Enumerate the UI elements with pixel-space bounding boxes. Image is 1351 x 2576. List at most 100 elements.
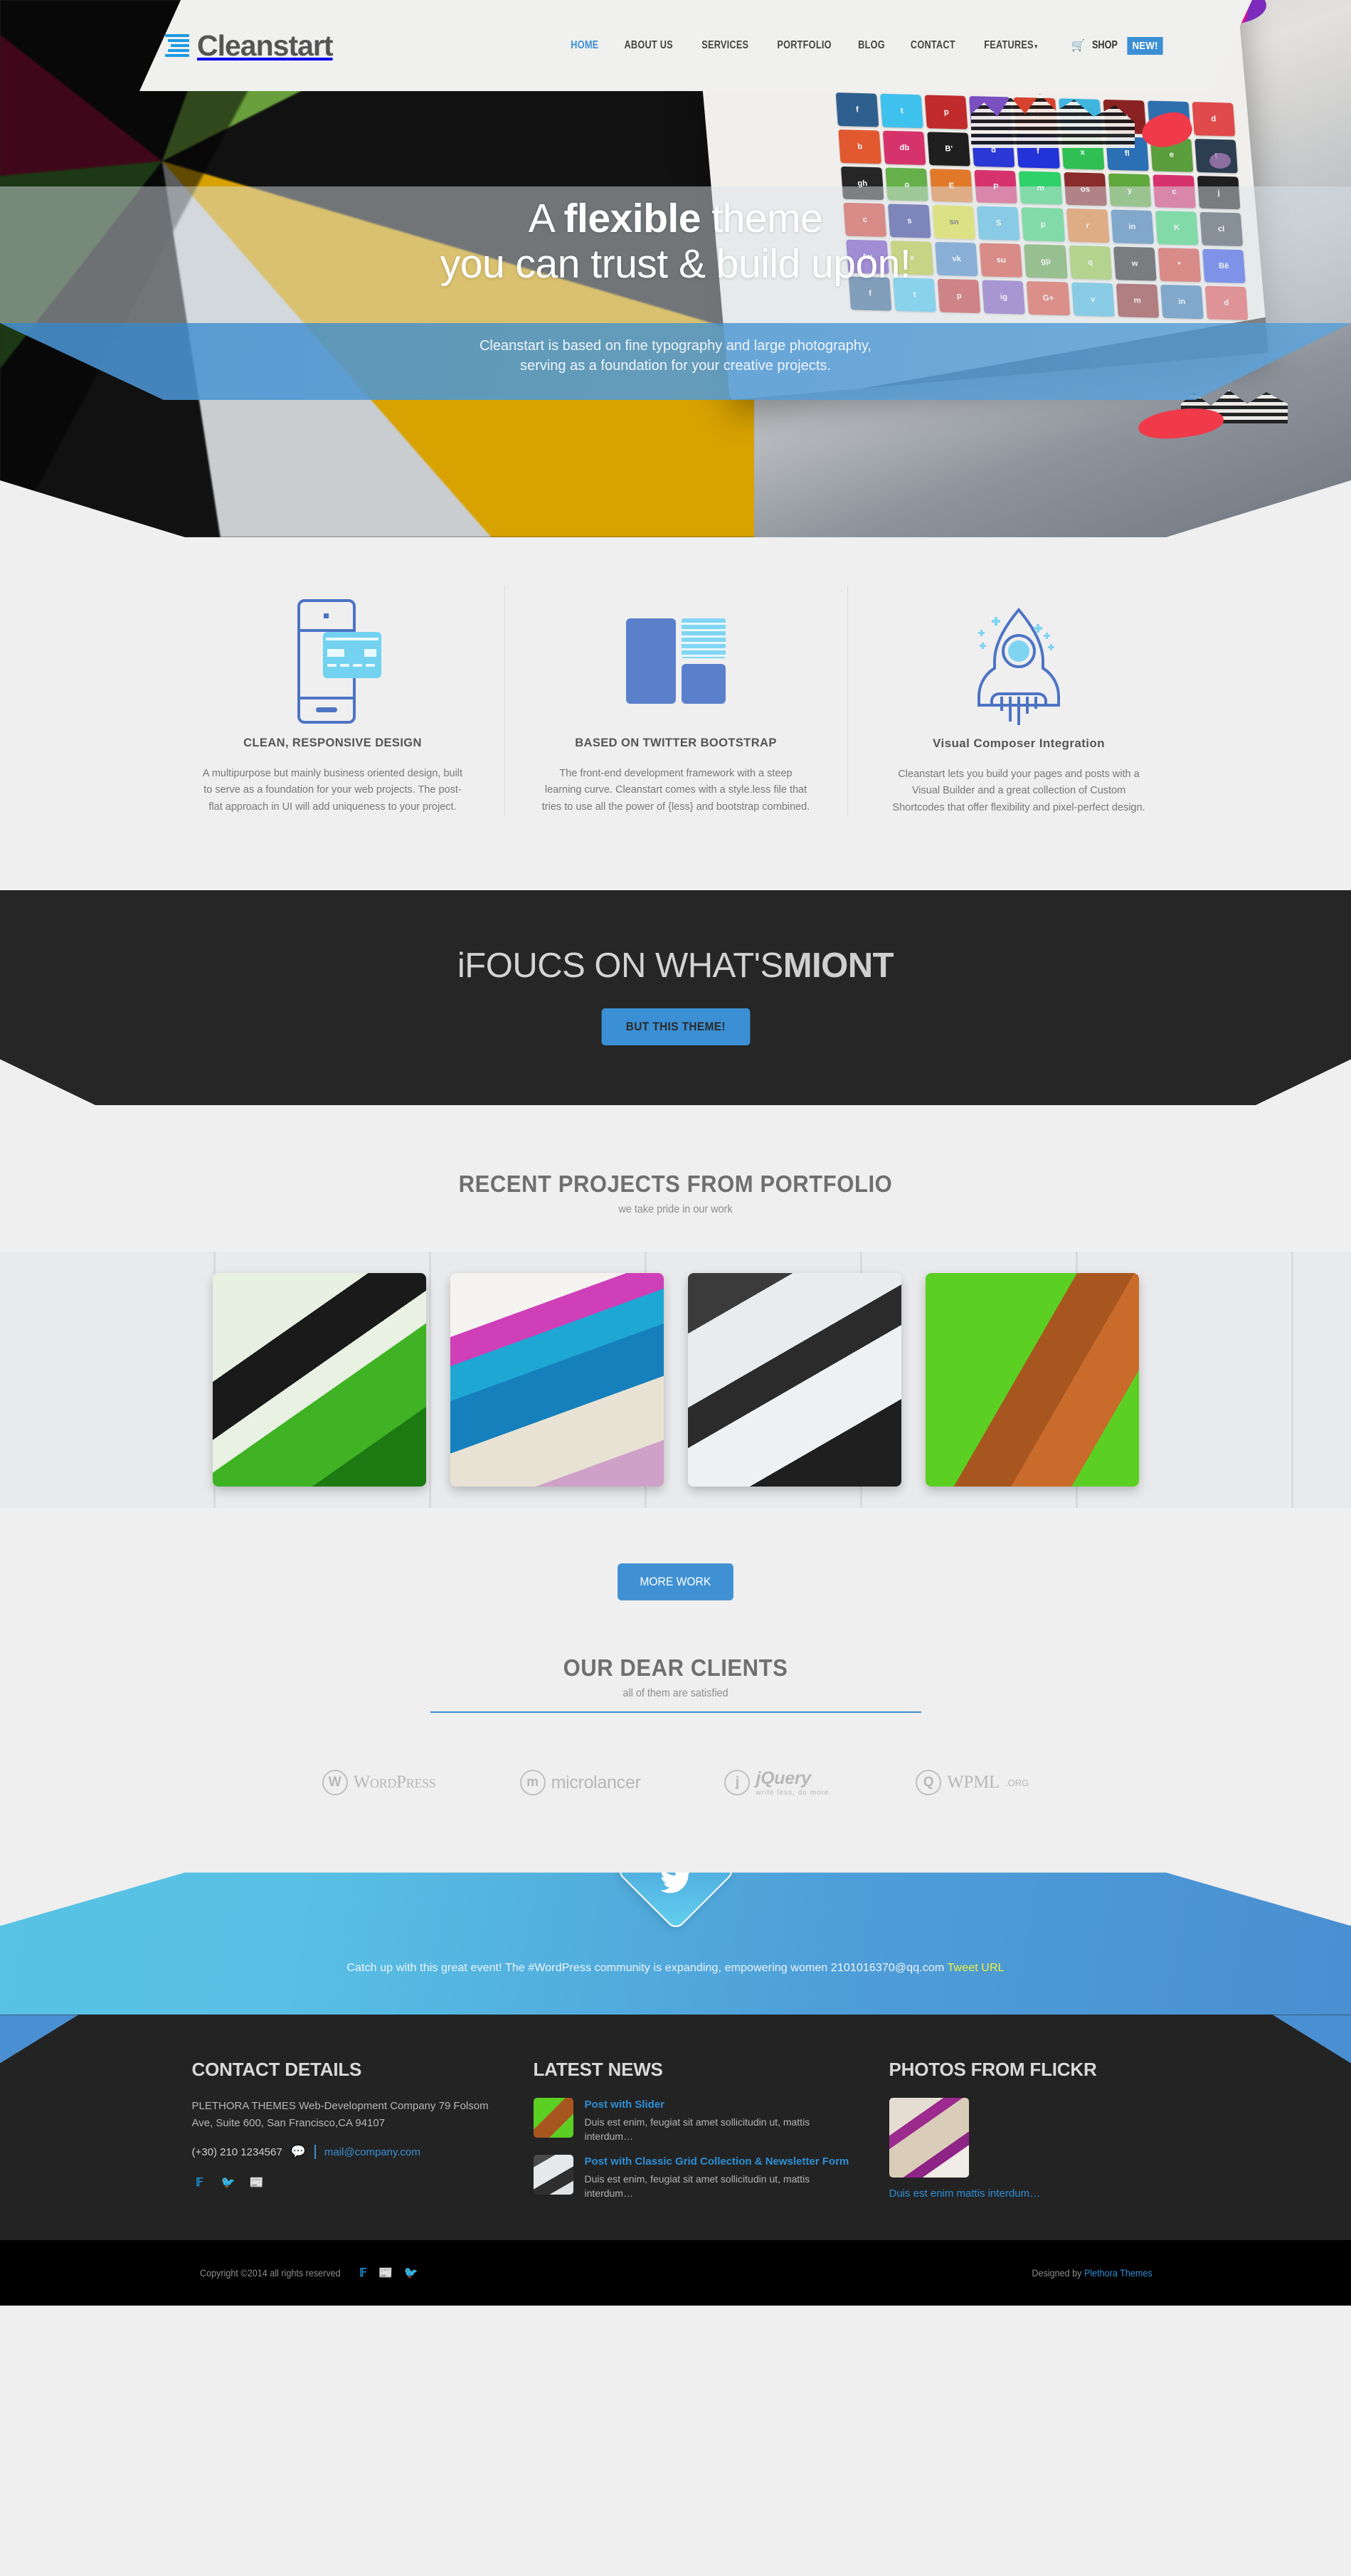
project-thumb-4[interactable] [925,1273,1139,1487]
news-thumbnail[interactable] [533,2155,573,2195]
project-thumb-3[interactable] [687,1273,901,1487]
designed-by-prefix: Designed by [1032,2267,1085,2279]
feature-1-icon-wrap [198,586,467,737]
cta-title: iFOUCS ON WHAT'SMIONT [0,890,1351,986]
clients-title: OUR DEAR CLIENTS [563,1654,788,1682]
plethora-themes-link[interactable]: Plethora Themes [1084,2267,1153,2279]
hero-subtitle-line1: Cleanstart is based on fine typography a… [479,338,872,354]
client-logo-tagline: write less, do more. [756,1789,832,1798]
client-logo-label: microlancer [551,1772,641,1793]
news-list-item: Post with Slider Duis est enim, feugiat … [533,2098,857,2143]
feature-card-3: Visual Composer Integration Cleanstart l… [847,586,1190,817]
rss-icon[interactable]: 📰 [378,2266,393,2280]
bootstrap-blocks-icon [626,618,726,704]
hero-subtitle: Cleanstart is based on fine typography a… [0,323,1351,376]
copyright-text: Copyright ©2014 all rights reserved [199,2267,341,2279]
chat-bubble-icon: 💬 [290,2145,306,2159]
cart-icon: 🛒 [1071,40,1086,52]
facebook-icon[interactable]: 𝔽 [192,2175,208,2190]
news-thumbnail[interactable] [533,2098,573,2138]
contact-details-heading: CONTACT DETAILS [191,2059,362,2081]
jquery-icon: j [724,1770,751,1796]
contact-phone-row: (+30) 210 1234567 💬 mail@company.com [191,2145,501,2160]
portfolio-title: RECENT PROJECTS FROM PORTFOLIO [458,1171,893,1198]
twitter-feed-message: Catch up with this great event! The #Wor… [346,1962,948,1975]
nav-item-home[interactable]: HOME [571,39,598,52]
rocket-icon [978,607,1060,725]
cleanstart-logo-icon [165,32,192,59]
page-root: ftpigG+vmind bdbB'dfxflet ghoEPmosycj cs… [0,0,1351,2306]
twitter-icon[interactable]: 🐦 [221,2175,236,2190]
feature-1-body: A multipurpose but mainly business orien… [202,768,463,813]
twitter-notch-right [1166,1872,1351,1926]
bottom-bar: Copyright ©2014 all rights reserved 𝔽 📰 … [0,2240,1351,2306]
site-logo[interactable]: Cleanstart [165,28,334,63]
tweet-url-link[interactable]: Tweet URL [948,1962,1005,1974]
flickr-photo-caption[interactable]: Duis est enim mattis interdum… [889,2187,1127,2200]
client-logo-jquery[interactable]: j jQuery write less, do more. [724,1768,832,1797]
shop-link[interactable]: 🛒 SHOP NEW! [1071,36,1166,55]
news-title-link[interactable]: Post with Classic Grid Collection & News… [585,2155,857,2169]
client-logo-suffix: .ORG [1005,1777,1029,1788]
clients-subtitle: all of them are satisfied [622,1687,729,1700]
nav-item-about-us[interactable]: ABOUT US [625,39,673,52]
hero-title: A flexible theme you can trust & build u… [0,186,1351,287]
feature-3-body: Cleanstart lets you build your pages and… [892,769,1145,813]
contact-divider [314,2145,316,2160]
hero-title-bold: flexible [563,196,701,241]
footer-contact-column: CONTACT DETAILS PLETHORA THEMES Web-Deve… [192,2059,534,2212]
news-excerpt: Duis est enim, feugiat sit amet sollicit… [584,2173,810,2199]
client-logo-label: WPML [947,1773,1000,1793]
news-title-link[interactable]: Post with Slider [585,2098,857,2112]
logo-text: Cleanstart [197,28,334,62]
nav-item-services[interactable]: SERVICES [701,39,748,52]
more-work-button[interactable]: MORE WORK [618,1563,733,1601]
twitter-feed-text: Catch up with this great event! The #Wor… [0,1962,1351,1975]
nav-item-features[interactable]: FEATURES ▾ [984,39,1037,52]
wpml-icon: Q [916,1770,942,1796]
twitter-icon[interactable]: 🐦 [404,2266,418,2280]
hero-section: ftpigG+vmind bdbB'dfxflet ghoEPmosycj cs… [0,0,1351,537]
feature-3-title: Visual Composer Integration [933,737,1105,750]
nav-item-portfolio[interactable]: PORTFOLIO [777,39,831,52]
bottom-social-icons: 𝔽 📰 🐦 [359,2266,418,2280]
client-logo-wordpress[interactable]: W WordPress [322,1768,436,1797]
mobile-responsive-icon [290,598,381,724]
rss-icon[interactable]: 📰 [249,2175,265,2190]
portfolio-section: RECENT PROJECTS FROM PORTFOLIO we take p… [0,1105,1351,1601]
project-thumb-1[interactable] [212,1273,426,1487]
flickr-photo-thumbnail[interactable] [889,2098,969,2178]
project-thumb-2[interactable] [450,1273,664,1487]
client-logo-wpml[interactable]: Q WPML .ORG [916,1768,1029,1797]
hero-blob-purple [1209,153,1231,169]
latest-news-heading: LATEST NEWS [533,2059,663,2081]
designed-by: Designed by Plethora Themes [1032,2267,1153,2279]
new-badge: NEW! [1127,36,1164,55]
client-logo-label: WordPress [353,1773,436,1793]
hero-title-part2: theme [700,196,823,241]
facebook-icon[interactable]: 𝔽 [359,2266,367,2280]
nav-item-contact[interactable]: CONTACT [911,39,955,52]
feature-card-2: BASED ON TWITTER BOOTSTRAP The front-end… [504,586,847,817]
cta-section: iFOUCS ON WHAT'SMIONT BUT THIS THEME! [0,890,1351,1106]
contact-email-link[interactable]: mail@company.com [324,2146,420,2158]
client-logos: W WordPress m microlancer j jQuery write… [0,1768,1351,1797]
news-excerpt: Duis est enim, feugiat sit amet sollicit… [584,2116,810,2142]
nav-item-blog[interactable]: BLOG [858,39,885,52]
buy-theme-button[interactable]: BUT THIS THEME! [601,1008,750,1046]
feature-2-title: BASED ON TWITTER BOOTSTRAP [575,737,777,749]
hero-title-line2: you can trust & build upon! [440,241,911,287]
client-logo-microlancer[interactable]: m microlancer [519,1768,641,1797]
footer-notch-right [1273,2015,1351,2064]
site-footer: CONTACT DETAILS PLETHORA THEMES Web-Deve… [0,2015,1351,2241]
feature-3-icon-wrap [885,586,1153,737]
feature-card-1: CLEAN, RESPONSIVE DESIGN A multipurpose … [161,586,504,816]
portfolio-subtitle: we take pride in our work [618,1203,733,1216]
microlancer-icon: m [519,1770,546,1796]
contact-phone: (+30) 210 1234567 [191,2145,282,2158]
feature-2-icon-wrap [542,586,810,737]
nav-features-label: FEATURES [984,39,1034,51]
feature-1-title: CLEAN, RESPONSIVE DESIGN [243,737,422,749]
main-navigation: HOME ABOUT US SERVICES PORTFOLIO BLOG CO… [568,36,1166,55]
footer-news-column: LATEST NEWS Post with Slider Duis est en… [533,2059,889,2212]
